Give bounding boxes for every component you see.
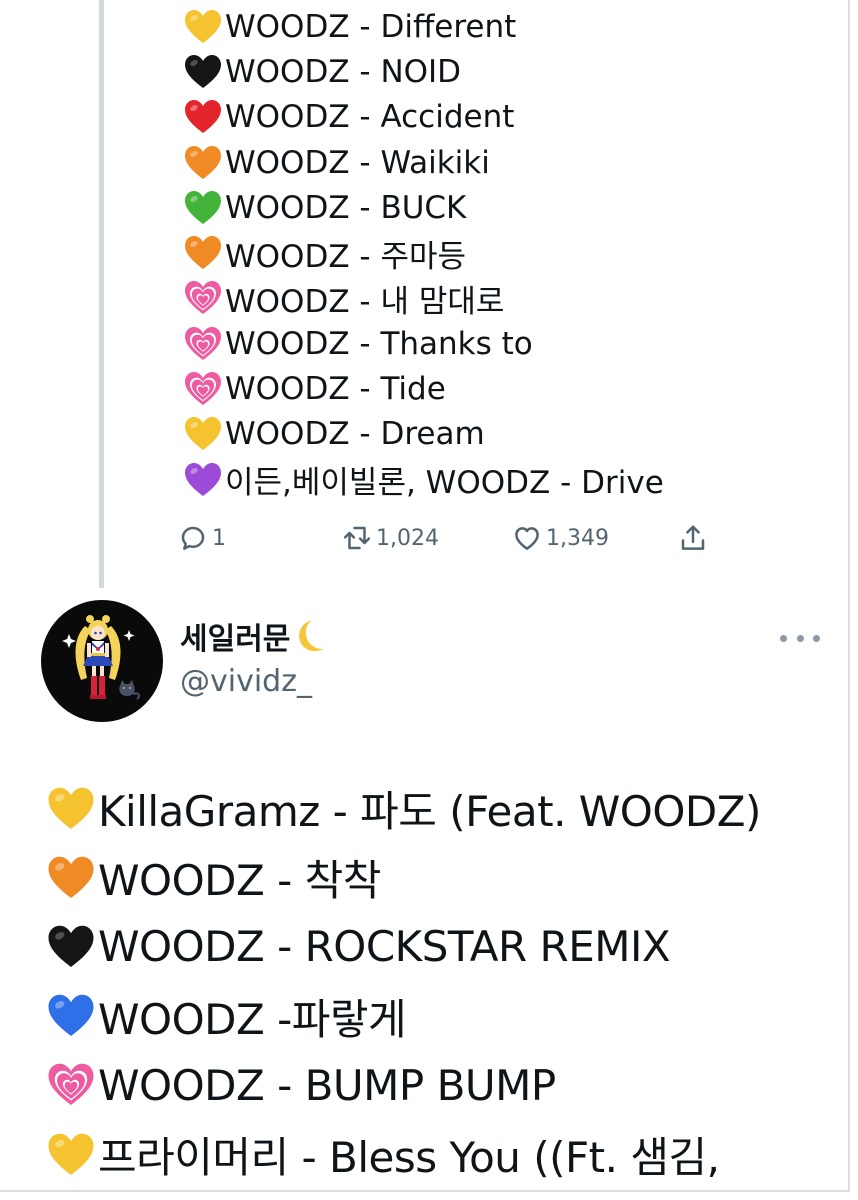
black-heart-emoji bbox=[183, 52, 225, 92]
song-title: WOODZ - Thanks to bbox=[225, 325, 533, 362]
yellow-heart-emoji bbox=[183, 7, 225, 47]
more-options-button[interactable] bbox=[780, 628, 820, 648]
more-dot-icon bbox=[780, 634, 787, 642]
sailor-moon-avatar-icon bbox=[62, 615, 141, 700]
song-title: WOODZ - Tide bbox=[225, 371, 446, 408]
song-list-item: WOODZ - Tide bbox=[183, 366, 664, 411]
song-title: WOODZ - Waikiki bbox=[225, 144, 490, 181]
crescent-moon-icon bbox=[299, 620, 324, 652]
growing-heart-icon bbox=[48, 1064, 94, 1106]
song-title: WOODZ - Dream bbox=[225, 416, 485, 453]
song-list-item: WOODZ - BUMP BUMP bbox=[46, 1051, 761, 1120]
thread-connector-line bbox=[99, 0, 104, 588]
song-title: WOODZ - ROCKSTAR REMIX bbox=[98, 922, 671, 972]
song-title: WOODZ - NOID bbox=[225, 53, 462, 90]
growing-heart-icon bbox=[185, 281, 221, 315]
orange-heart-emoji bbox=[183, 233, 225, 273]
song-title: WOODZ - Different bbox=[225, 8, 517, 45]
red-heart-icon bbox=[185, 100, 221, 134]
like-icon bbox=[515, 527, 539, 550]
reply-icon bbox=[181, 526, 205, 550]
song-title: WOODZ -파랗게 bbox=[98, 994, 407, 1044]
blue-heart-emoji bbox=[46, 990, 98, 1042]
share-button[interactable] bbox=[678, 518, 708, 558]
song-title: WOODZ - BUMP BUMP bbox=[98, 1060, 556, 1110]
orange-heart-icon bbox=[185, 236, 221, 270]
growing-heart-emoji bbox=[183, 369, 225, 409]
orange-heart-emoji bbox=[46, 852, 98, 904]
song-list-item: WOODZ - Dream bbox=[183, 412, 664, 457]
song-list-item: WOODZ - 착착 bbox=[46, 843, 761, 912]
user-handle[interactable]: @vividz_ bbox=[180, 664, 312, 699]
song-list-item: KillaGramz - 파도 (Feat. WOODZ) bbox=[46, 774, 761, 843]
song-title: WOODZ - BUCK bbox=[225, 189, 467, 226]
tweet2-song-list: KillaGramz - 파도 (Feat. WOODZ) WOODZ - 착착 W… bbox=[46, 774, 761, 1189]
orange-heart-icon bbox=[185, 145, 221, 179]
yellow-heart-emoji bbox=[46, 1129, 98, 1181]
purple-heart-icon bbox=[185, 462, 221, 496]
yellow-heart-icon bbox=[48, 787, 94, 829]
more-dot-icon bbox=[796, 634, 804, 642]
yellow-heart-emoji bbox=[183, 414, 225, 454]
retweet-button[interactable]: 1,024 bbox=[342, 518, 439, 558]
more-dot-icon bbox=[813, 634, 820, 642]
song-title: WOODZ - 주마등 bbox=[225, 238, 467, 275]
green-heart-emoji bbox=[183, 188, 225, 228]
purple-heart-emoji bbox=[183, 460, 225, 500]
song-list-item: WOODZ - Waikiki bbox=[183, 140, 664, 185]
song-list-item: 프라이머리 - Bless You ((Ft. 샘김, bbox=[46, 1120, 761, 1189]
song-title: WOODZ - 착착 bbox=[98, 856, 381, 906]
growing-heart-icon bbox=[185, 372, 221, 406]
orange-heart-icon bbox=[48, 856, 94, 898]
display-name[interactable]: 세일러문 bbox=[180, 614, 328, 658]
song-list-item: WOODZ - 주마등 bbox=[183, 230, 664, 275]
song-title: WOODZ - Accident bbox=[225, 99, 515, 136]
growing-heart-emoji bbox=[46, 1059, 98, 1111]
song-title: WOODZ - 내 맘대로 bbox=[225, 283, 505, 320]
like-button[interactable]: 1,349 bbox=[512, 518, 609, 558]
growing-heart-icon bbox=[185, 326, 221, 360]
yellow-heart-icon bbox=[48, 1133, 94, 1175]
red-heart-emoji bbox=[183, 97, 225, 137]
retweet-icon bbox=[343, 526, 371, 550]
reply-count: 1 bbox=[212, 525, 226, 551]
tweet1-action-bar: 1 1,024 1,349 bbox=[178, 518, 738, 558]
black-heart-icon bbox=[48, 925, 94, 967]
yellow-heart-icon bbox=[185, 9, 221, 43]
yellow-heart-icon bbox=[185, 417, 221, 451]
song-title: KillaGramz - 파도 (Feat. WOODZ) bbox=[98, 787, 761, 837]
blue-heart-icon bbox=[48, 994, 94, 1037]
display-name-text: 세일러문 bbox=[180, 622, 291, 657]
share-icon bbox=[681, 525, 705, 550]
song-list-item: WOODZ - BUCK bbox=[183, 185, 664, 230]
song-list-item: WOODZ - NOID bbox=[183, 49, 664, 94]
song-list-item: 이든,베이빌론, WOODZ - Drive bbox=[183, 457, 664, 502]
song-title: 이든,베이빌론, WOODZ - Drive bbox=[225, 465, 664, 502]
retweet-count: 1,024 bbox=[376, 525, 439, 551]
reply-button[interactable]: 1 bbox=[178, 518, 226, 558]
song-title: 프라이머리 - Bless You ((Ft. 샘김, bbox=[98, 1133, 720, 1183]
yellow-heart-emoji bbox=[46, 783, 98, 835]
avatar[interactable] bbox=[41, 600, 163, 722]
song-list-item: WOODZ - Accident bbox=[183, 95, 664, 140]
song-list-item: WOODZ - ROCKSTAR REMIX bbox=[46, 912, 761, 981]
like-count: 1,349 bbox=[546, 525, 609, 551]
song-list-item: WOODZ -파랗게 bbox=[46, 982, 761, 1051]
growing-heart-emoji bbox=[183, 278, 225, 318]
orange-heart-emoji bbox=[183, 143, 225, 183]
song-list-item: WOODZ - 내 맘대로 bbox=[183, 276, 664, 321]
growing-heart-emoji bbox=[183, 324, 225, 364]
black-heart-emoji bbox=[46, 921, 98, 973]
black-heart-icon bbox=[185, 54, 221, 88]
green-heart-icon bbox=[185, 190, 221, 224]
tweet1-song-list: WOODZ - Different WOODZ - NOID WOODZ - Acc… bbox=[183, 4, 664, 502]
song-list-item: WOODZ - Different bbox=[183, 4, 664, 49]
song-list-item: WOODZ - Thanks to bbox=[183, 321, 664, 366]
